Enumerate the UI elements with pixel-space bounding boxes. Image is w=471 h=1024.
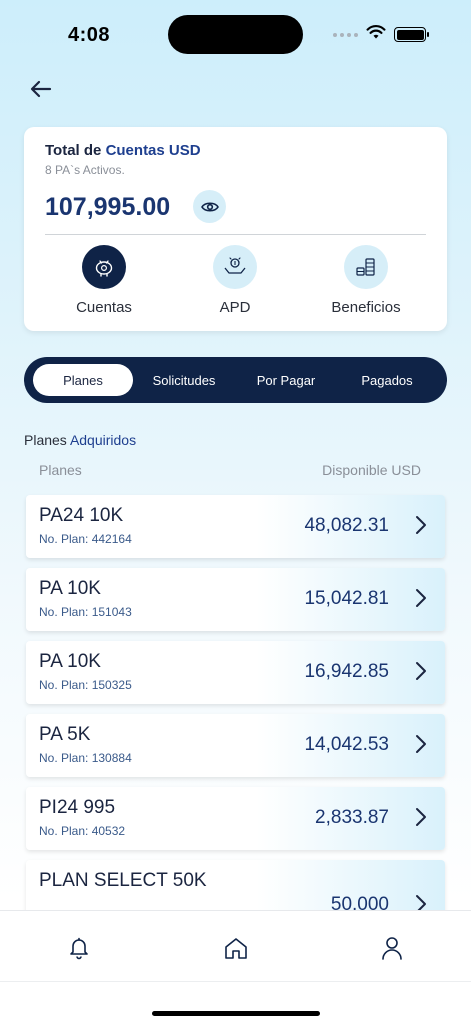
chevron-right-icon	[416, 808, 426, 826]
plan-available-amount: 14,042.53	[304, 734, 389, 755]
cuentas-label: Cuentas	[76, 299, 132, 316]
battery-icon	[394, 27, 429, 42]
plan-name: PA24 10K	[39, 505, 124, 526]
section-title: Planes Adquiridos	[24, 432, 136, 448]
profile-button[interactable]	[377, 933, 407, 963]
home-button[interactable]	[221, 933, 251, 963]
plan-number: No. Plan: 150325	[39, 678, 132, 692]
active-plans-count: 8 PA`s Activos.	[45, 163, 125, 177]
plan-number: No. Plan: 442164	[39, 532, 132, 546]
home-indicator	[152, 1011, 320, 1016]
plan-number: No. Plan: 130884	[39, 751, 132, 765]
apd-label: APD	[219, 299, 251, 316]
chevron-right-icon	[416, 662, 426, 680]
bottom-nav	[0, 910, 471, 1024]
bell-icon	[70, 937, 88, 960]
tab-por-pagar[interactable]: Por Pagar	[238, 364, 334, 396]
plan-row[interactable]: PA24 10K No. Plan: 442164 48,082.31	[26, 495, 445, 558]
summary-title-accent: Cuentas USD	[105, 142, 201, 159]
plan-row[interactable]: PA 10K No. Plan: 150325 16,942.85	[26, 641, 445, 704]
back-button[interactable]	[26, 74, 56, 104]
coins-stack-icon	[344, 245, 388, 289]
plan-name: PI24 995	[39, 797, 116, 818]
summary-title: Total de Cuentas USD	[45, 142, 201, 159]
summary-title-prefix: Total de	[45, 142, 106, 159]
plan-available-amount: 15,042.81	[304, 588, 389, 609]
tab-planes[interactable]: Planes	[33, 364, 133, 396]
accounts-summary-card: Total de Cuentas USD 8 PA`s Activos. 107…	[24, 127, 447, 331]
home-icon	[225, 938, 247, 959]
chevron-right-icon	[416, 735, 426, 753]
piggy-bank-icon	[82, 245, 126, 289]
chevron-right-icon	[416, 589, 426, 607]
chevron-right-icon	[416, 516, 426, 534]
tab-solicitudes[interactable]: Solicitudes	[136, 364, 232, 396]
wifi-icon	[366, 24, 386, 45]
plan-number: No. Plan: 151043	[39, 605, 132, 619]
plan-name: PA 5K	[39, 724, 91, 745]
column-header-available: Disponible USD	[322, 462, 421, 478]
apd-button[interactable]: APD	[180, 245, 290, 316]
status-time: 4:08	[68, 24, 111, 46]
status-bar: 4:08	[0, 0, 471, 70]
beneficios-button[interactable]: Beneficios	[311, 245, 421, 316]
cuentas-button[interactable]: Cuentas	[49, 245, 159, 316]
tab-pagados[interactable]: Pagados	[339, 364, 435, 396]
section-title-accent: Adquiridos	[69, 432, 137, 448]
column-header-plans: Planes	[39, 462, 82, 478]
plan-name: PLAN SELECT 50K	[39, 870, 207, 891]
plan-name: PA 10K	[39, 651, 101, 672]
toggle-visibility-button[interactable]	[193, 190, 226, 223]
plan-name: PA 10K	[39, 578, 101, 599]
plan-available-amount: 2,833.87	[315, 807, 389, 828]
arrow-left-icon	[30, 80, 52, 98]
plans-tab-bar: Planes Solicitudes Por Pagar Pagados	[24, 357, 447, 403]
plan-available-amount: 16,942.85	[304, 661, 389, 682]
plan-number: No. Plan: 40532	[39, 824, 126, 838]
plan-row[interactable]: PA 10K No. Plan: 151043 15,042.81	[26, 568, 445, 631]
plan-available-amount: 48,082.31	[304, 515, 389, 536]
nav-divider	[0, 981, 471, 982]
plan-row[interactable]: PI24 995 No. Plan: 40532 2,833.87	[26, 787, 445, 850]
plan-row[interactable]: PA 5K No. Plan: 130884 14,042.53	[26, 714, 445, 777]
hand-coin-icon	[213, 245, 257, 289]
card-divider	[45, 234, 426, 235]
beneficios-label: Beneficios	[331, 299, 401, 316]
dynamic-island	[168, 15, 303, 54]
user-icon	[382, 937, 402, 960]
eye-icon	[200, 201, 219, 212]
section-title-prefix: Planes	[24, 432, 70, 448]
signal-icon	[333, 33, 358, 37]
notifications-button[interactable]	[64, 933, 94, 963]
total-amount: 107,995.00	[45, 193, 171, 221]
